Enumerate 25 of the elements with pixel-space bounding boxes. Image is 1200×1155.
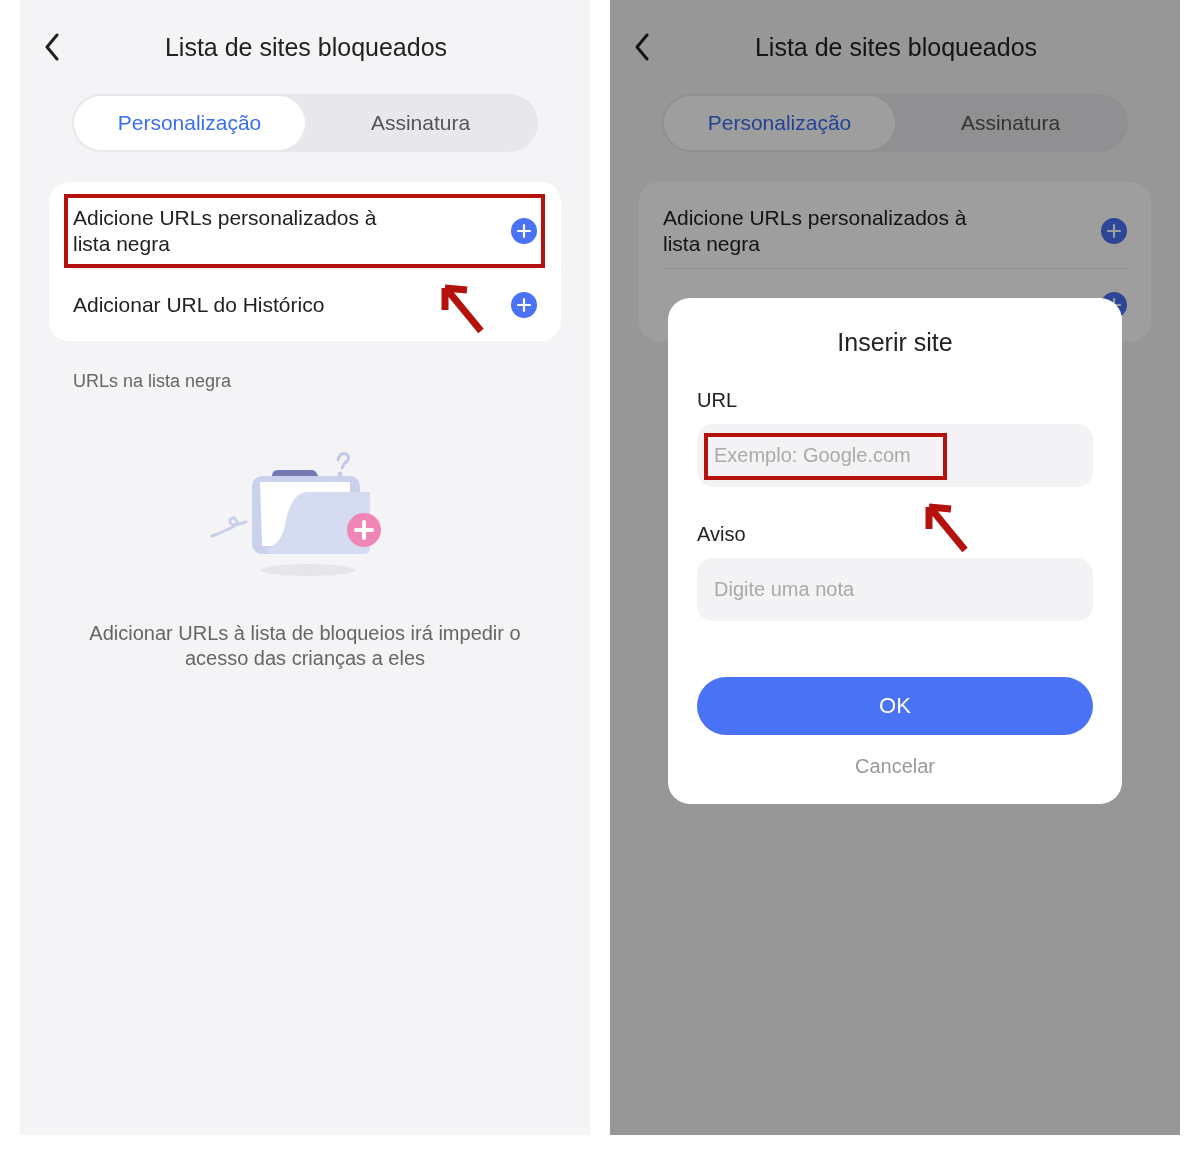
- plus-icon[interactable]: [511, 218, 537, 244]
- tab[interactable]: Personalização: [664, 96, 895, 150]
- back-icon[interactable]: [44, 33, 60, 61]
- arrow-annotation: [441, 284, 485, 334]
- arrow-annotation: [925, 503, 969, 553]
- field-label: Aviso: [697, 523, 747, 546]
- tab[interactable]: Assinatura: [895, 96, 1126, 150]
- option-label[interactable]: Adicione URLs personalizados à lista negra: [73, 205, 413, 257]
- input-field[interactable]: Exemplo: Google.com: [697, 424, 1093, 487]
- tab[interactable]: Personalização: [74, 96, 305, 150]
- back-icon[interactable]: [634, 33, 650, 61]
- section-label: URLs na lista negra: [73, 371, 233, 392]
- option-label[interactable]: Adicionar URL do Histórico: [73, 292, 325, 318]
- ok-button[interactable]: OK: [697, 677, 1093, 735]
- screen-title: Lista de sites bloqueados: [754, 32, 1038, 62]
- screen-title: Lista de sites bloqueados: [164, 32, 448, 62]
- plus-icon[interactable]: [511, 292, 537, 318]
- empty-message: Adicionar URLs à lista de bloqueios irá impedir o acesso das crianças a eles: [88, 621, 522, 671]
- plus-icon[interactable]: [1101, 218, 1127, 244]
- option-label[interactable]: Adicione URLs personalizados à lista negra: [663, 205, 1003, 257]
- cancel-button[interactable]: Cancelar: [854, 755, 935, 778]
- dialog-title: Inserir site: [836, 328, 954, 357]
- tab[interactable]: Assinatura: [305, 96, 536, 150]
- field-label: URL: [697, 389, 738, 412]
- input-field[interactable]: Digite uma nota: [697, 558, 1093, 621]
